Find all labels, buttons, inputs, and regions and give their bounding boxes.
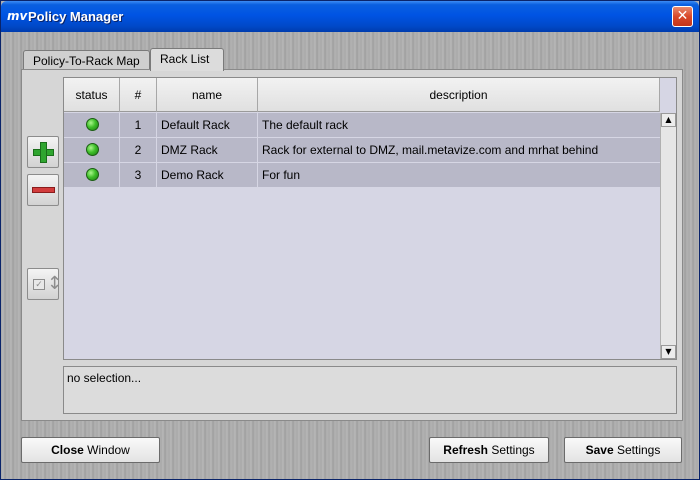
save-settings-label: Settings: [613, 443, 661, 457]
app-logo-icon: mv: [7, 9, 28, 23]
description-cell: For fun: [262, 168, 301, 182]
description-cell: The default rack: [262, 118, 349, 132]
add-rack-button[interactable]: [27, 136, 59, 168]
column-header-status[interactable]: status: [64, 78, 120, 112]
refresh-settings-button[interactable]: Refresh Settings: [429, 437, 549, 463]
name-cell: Default Rack: [157, 113, 258, 137]
scroll-down-arrow-icon[interactable]: ▼: [661, 345, 676, 359]
status-green-icon: [86, 118, 99, 131]
name-cell: Demo Rack: [157, 163, 258, 187]
column-header-number[interactable]: #: [120, 78, 157, 112]
number-cell: 2: [120, 138, 157, 162]
tab-policy-to-rack-map[interactable]: Policy-To-Rack Map: [23, 50, 150, 71]
description-cell: Rack for external to DMZ, mail.metavize.…: [262, 143, 599, 157]
table-row[interactable]: 1 Default Rack The default rack: [64, 113, 660, 138]
refresh-settings-label: Settings: [487, 443, 535, 457]
close-window-label-bold: Close: [51, 443, 84, 457]
move-rack-button[interactable]: ✓ ↕: [27, 268, 62, 300]
refresh-settings-label-bold: Refresh: [443, 443, 488, 457]
window-title: Policy Manager: [28, 9, 124, 24]
policy-manager-window: mv Policy Manager ✕ Policy-To-Rack Map R…: [0, 0, 700, 480]
status-cell: [64, 113, 120, 137]
number-cell: 1: [120, 113, 157, 137]
tab-rack-list[interactable]: Rack List: [150, 48, 224, 71]
column-header-name[interactable]: name: [157, 78, 258, 112]
status-cell: [64, 138, 120, 162]
save-settings-label-bold: Save: [585, 443, 614, 457]
scroll-up-arrow-icon[interactable]: ▲: [661, 113, 676, 127]
close-window-x-button[interactable]: ✕: [672, 6, 693, 27]
table-row[interactable]: 3 Demo Rack For fun: [64, 163, 660, 188]
status-green-icon: [86, 143, 99, 156]
status-cell: [64, 163, 120, 187]
close-window-button[interactable]: Close Window: [21, 437, 160, 463]
title-bar[interactable]: mv Policy Manager ✕: [1, 1, 699, 32]
rack-list-panel: ✓ ↕ status # name description 1 Default …: [21, 69, 683, 421]
save-settings-button[interactable]: Save Settings: [564, 437, 682, 463]
table-header: status # name description: [64, 78, 660, 112]
remove-rack-button[interactable]: [27, 174, 59, 206]
table-body: 1 Default Rack The default rack 2 DMZ Ra…: [64, 113, 660, 188]
table-row[interactable]: 2 DMZ Rack Rack for external to DMZ, mai…: [64, 138, 660, 163]
rack-table: status # name description 1 Default Rack…: [63, 77, 677, 360]
name-cell: DMZ Rack: [157, 138, 258, 162]
selection-status-box: no selection...: [63, 366, 677, 414]
status-green-icon: [86, 168, 99, 181]
number-cell: 3: [120, 163, 157, 187]
column-header-description[interactable]: description: [258, 78, 660, 112]
table-scrollbar[interactable]: ▲ ▼: [660, 113, 676, 359]
close-window-label: Window: [83, 443, 130, 457]
